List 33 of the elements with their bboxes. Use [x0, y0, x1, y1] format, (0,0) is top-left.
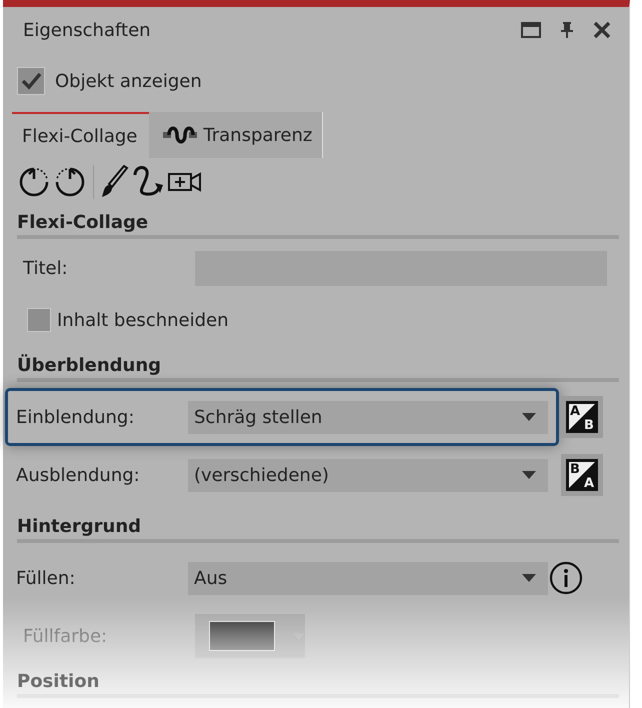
field-label: Einblendung: — [16, 406, 136, 428]
camera-icon[interactable] — [168, 171, 202, 193]
checkbox-label: Inhalt beschneiden — [57, 310, 229, 330]
wave-icon — [163, 124, 200, 146]
field-label: Titel: — [23, 258, 69, 278]
panel-title: Eigenschaften — [23, 20, 151, 40]
tab[interactable]: Transparenz — [149, 112, 324, 158]
close-icon[interactable] — [593, 21, 611, 39]
dropdown[interactable]: (verschiedene) — [188, 458, 548, 492]
transition-direction-button[interactable]: A B — [561, 396, 603, 438]
field-label: Ausblendung: — [16, 464, 141, 486]
caret-icon — [522, 574, 536, 582]
rotate-right-icon[interactable] — [53, 165, 87, 199]
maximize-icon[interactable] — [521, 22, 541, 38]
section-heading: Flexi-Collage — [17, 212, 619, 239]
field-label: Füllfarbe: — [23, 626, 108, 646]
caret-icon — [522, 413, 536, 421]
dropdown[interactable]: Schräg stellen — [188, 400, 548, 434]
pin-icon[interactable] — [559, 21, 575, 39]
section-heading: Hintergrund — [17, 516, 619, 543]
transition-direction-button[interactable]: B A — [561, 454, 603, 496]
rotate-left-icon[interactable] — [17, 165, 51, 199]
info-icon[interactable] — [549, 561, 583, 595]
section-heading: Überblendung — [17, 355, 619, 382]
brush-icon[interactable] — [100, 165, 130, 199]
show-object-checkbox[interactable] — [17, 67, 45, 95]
section-heading: Position — [17, 671, 619, 698]
caret-icon — [522, 471, 536, 479]
field-label: Füllen: — [16, 568, 76, 588]
checkbox-label: Objekt anzeigen — [55, 70, 202, 92]
color-picker[interactable] — [195, 614, 305, 658]
dropdown[interactable]: Aus — [188, 562, 548, 594]
checkbox[interactable] — [27, 308, 51, 332]
